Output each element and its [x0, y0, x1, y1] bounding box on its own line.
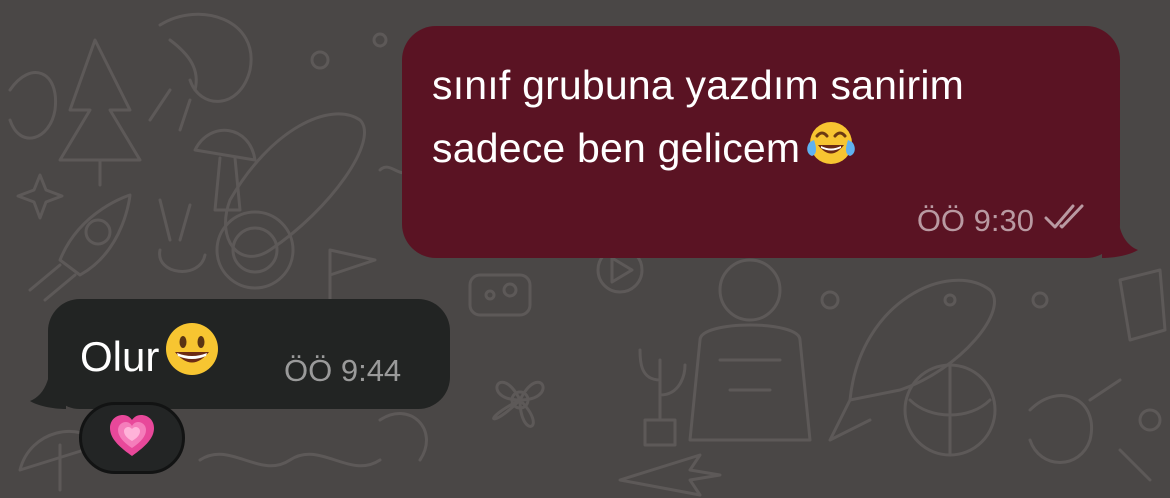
- growing-heart-emoji-icon: [108, 414, 156, 463]
- outgoing-message-line-2: sadece ben gelicem: [432, 117, 1102, 186]
- tears-of-joy-emoji-icon: [804, 118, 858, 186]
- outgoing-message-meta: ÖÖ 9:30: [917, 202, 1090, 240]
- incoming-message-text: Olur: [80, 321, 221, 391]
- incoming-message-bubble[interactable]: Olur ÖÖ 9:44: [30, 299, 450, 409]
- bubble-tail-left: [30, 369, 66, 409]
- bubble-tail-right: [1102, 218, 1138, 258]
- incoming-message-text-content: Olur: [80, 333, 160, 380]
- outgoing-message-bubble[interactable]: sınıf grubuna yazdım sanirim sadece ben …: [402, 26, 1138, 258]
- message-reaction[interactable]: [79, 402, 185, 474]
- grinning-face-emoji-icon: [163, 321, 221, 391]
- double-check-read-icon: [1044, 202, 1090, 240]
- outgoing-message-time: ÖÖ 9:30: [916, 203, 1034, 238]
- outgoing-message-line-1: sınıf grubuna yazdım sanirim: [432, 62, 964, 108]
- incoming-message-time: ÖÖ 9:44: [284, 353, 402, 388]
- outgoing-message-line-2-text: sadece ben gelicem: [432, 125, 801, 171]
- outgoing-message-text: sınıf grubuna yazdım sanirim sadece ben …: [432, 54, 1102, 186]
